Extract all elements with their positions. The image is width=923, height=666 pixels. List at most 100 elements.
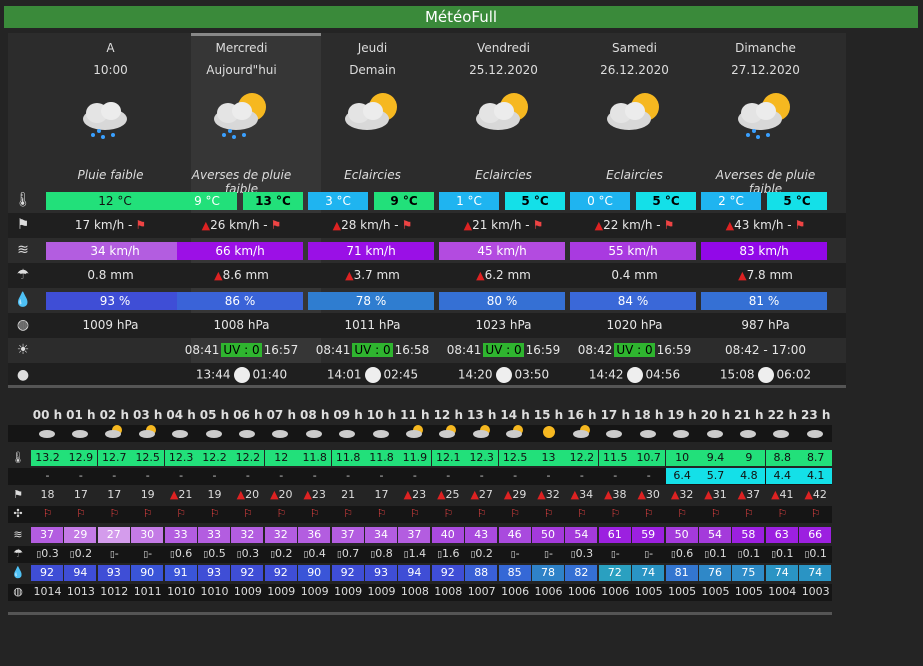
sun-times: 08:41 UV : 0 16:59 <box>438 343 569 357</box>
rain-icon: ☂ <box>13 547 23 560</box>
hour-pressure: 1006 <box>601 585 630 598</box>
temp-min-bar: 9 °C <box>177 192 237 210</box>
hour-pressure: 1014 <box>33 585 62 598</box>
condition-label: Eclaircies <box>344 168 401 182</box>
hour-rain: ▯0.4 <box>298 546 331 562</box>
hour-gust: 54 <box>699 527 731 543</box>
wind-direction-icon: ⚐ <box>242 507 253 520</box>
rain-value: 0.3 <box>241 547 260 560</box>
wind-value: 19 <box>207 488 222 501</box>
hour-rain: ▯0.1 <box>766 546 799 562</box>
cloud-icon <box>165 425 198 441</box>
hour-humidity: 74 <box>632 565 665 581</box>
hour-feels-like: - <box>579 469 584 482</box>
rain-value: 8.6 mm <box>222 268 269 282</box>
wind-value: 31 <box>712 488 727 501</box>
hour-wind: 17 <box>64 487 97 503</box>
rain-amount: ▲7.8 mm <box>700 268 831 282</box>
hour-gust: 36 <box>298 527 331 543</box>
moon-phase-icon <box>626 367 643 383</box>
windsock-icon: ⚑ <box>401 218 413 232</box>
moonset-time: 01:40 <box>252 367 288 382</box>
day-name: Jeudi <box>357 41 388 55</box>
hour-rain: ▯- <box>599 546 632 562</box>
sun-times: 08:42 - 17:00 <box>724 343 807 357</box>
moonrise-time: 15:08 <box>719 367 755 382</box>
rain-value: 0.6 <box>174 547 193 560</box>
hour-humidity: 94 <box>398 565 431 581</box>
wind-direction-icon: ⚐ <box>777 507 788 520</box>
sun-cloud-icon <box>565 425 598 441</box>
hour-label: 05 h <box>199 408 230 422</box>
warning-icon: ▲ <box>738 269 747 282</box>
hour-temp: 12.1 <box>431 450 465 466</box>
sun-cloud-icon <box>499 425 532 441</box>
rain-value: 0.6 <box>675 547 694 560</box>
wind-direction-icon: ⚐ <box>543 507 554 520</box>
warning-icon: ▲ <box>604 488 613 501</box>
hour-humidity: 74 <box>765 565 798 581</box>
hour-label: 00 h <box>32 408 63 422</box>
hour-rain: ▯0.3 <box>565 546 598 562</box>
hour-rain: ▯- <box>632 546 665 562</box>
hour-pressure: 1009 <box>300 585 329 598</box>
rain-amount: ▲3.7 mm <box>307 268 438 282</box>
hour-feels-like: - <box>312 469 317 482</box>
hour-humidity: 94 <box>64 565 97 581</box>
hour-wind: ▲23 <box>398 487 431 503</box>
warning-icon: ▲ <box>236 488 246 501</box>
sun-cloud-icon <box>398 425 431 441</box>
wind-value: 37 <box>746 488 761 501</box>
rain-value: 0.2 <box>275 547 293 560</box>
compass-icon: ✣ <box>13 507 23 520</box>
hour-humidity: 72 <box>598 565 631 581</box>
hour-gust: 50 <box>665 527 698 543</box>
temp-max-bar: 5 °C <box>505 192 565 210</box>
hour-pressure: 1009 <box>233 585 262 598</box>
hour-label: 12 h <box>433 408 463 422</box>
cloud-icon <box>332 425 365 441</box>
rain-value: - <box>548 547 553 560</box>
wind-direction-icon: ⚐ <box>176 507 187 520</box>
hour-temp: 12.7 <box>97 450 131 466</box>
moonset-time: 02:45 <box>383 367 419 382</box>
warning-icon: ▲ <box>804 488 813 501</box>
rain-value: - <box>114 547 119 560</box>
hour-feels-like: - <box>513 469 518 482</box>
gust-bar: 66 km/h <box>177 242 303 260</box>
hour-rain: ▯0.5 <box>198 546 231 562</box>
hour-label: 08 h <box>299 408 330 422</box>
hour-temp: 11.8 <box>331 450 365 466</box>
hour-humidity: 92 <box>331 565 364 581</box>
hour-feels-like: - <box>212 469 217 482</box>
wind-direction-icon: ⚐ <box>142 507 153 520</box>
warning-icon: ▲ <box>270 488 279 501</box>
cloud-icon <box>632 425 665 441</box>
hour-wind: 19 <box>198 487 231 503</box>
hour-temp: 12.5 <box>131 450 165 466</box>
humidity-bar: 86 % <box>177 292 303 310</box>
hour-wind: ▲20 <box>231 487 264 503</box>
sun-cloud-icon <box>131 425 164 441</box>
hour-wind: 21 <box>332 487 365 503</box>
daily-forecast-panel: 🌡 ⚑ ≋ ☂ 💧 ◍ ☀ ● A 10:00 Pluie faible 12 °C 17 km/h … <box>8 33 846 388</box>
wind-value: 19 <box>140 488 155 501</box>
weather-sunrain-icon <box>206 91 276 141</box>
moon-phase-icon <box>364 367 381 383</box>
wind-direction-icon: ⚐ <box>677 507 688 520</box>
hour-gust: 46 <box>498 527 531 543</box>
hour-humidity: 93 <box>365 565 397 581</box>
hour-feels-like: - <box>279 469 284 482</box>
temp-max-bar: 5 °C <box>767 192 827 210</box>
day-name: Vendredi <box>477 41 530 55</box>
rain-value: 0.7 <box>341 547 360 560</box>
hour-pressure: 1006 <box>534 585 563 598</box>
cloud-icon <box>799 425 832 441</box>
rain-value: 0.2 <box>475 547 493 560</box>
hour-temp: 9.4 <box>699 450 732 466</box>
cloud-icon <box>231 425 264 441</box>
hour-gust: 37 <box>398 527 431 543</box>
warning-icon: ▲ <box>345 269 354 282</box>
hour-wind: ▲31 <box>699 487 732 503</box>
hour-humidity: 93 <box>97 565 130 581</box>
